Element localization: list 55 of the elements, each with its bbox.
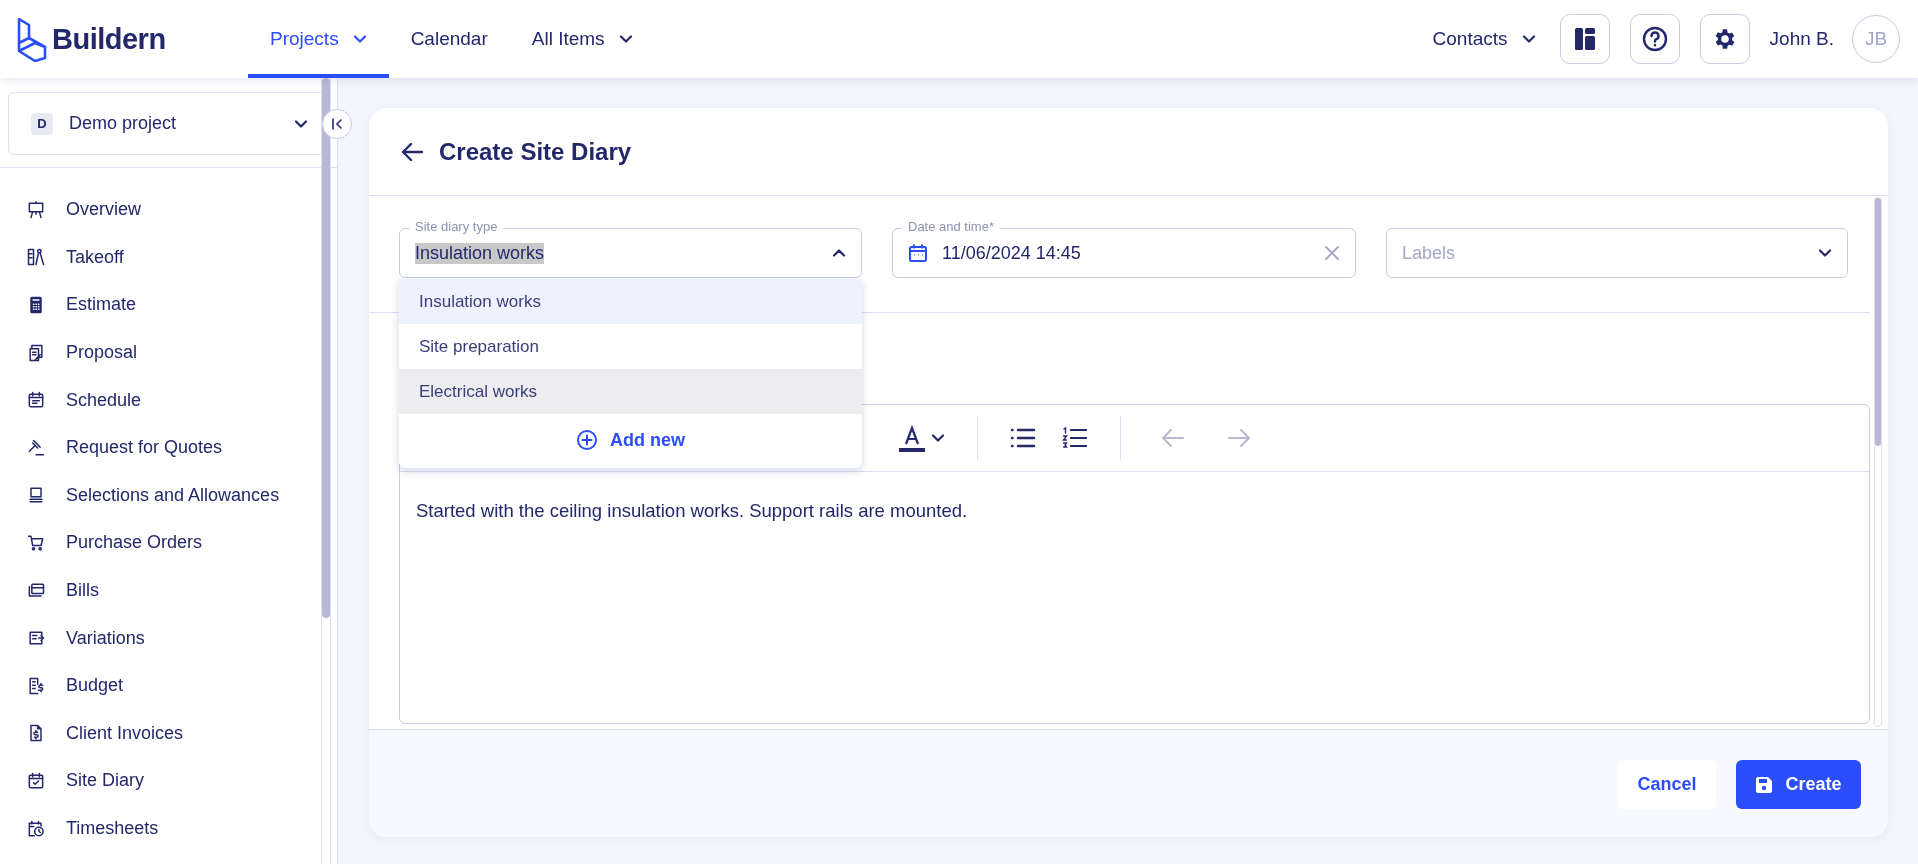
help-button[interactable] <box>1629 14 1680 64</box>
user-name: John B. <box>1769 28 1834 50</box>
project-badge: D <box>31 112 53 135</box>
project-name: Demo project <box>69 113 177 134</box>
drafting-icon <box>26 247 46 268</box>
sidebar-item[interactable]: Request for Quotes <box>0 423 337 472</box>
layout-icon <box>1573 27 1596 51</box>
settings-button[interactable] <box>1699 14 1750 64</box>
sidebar-item[interactable]: Purchase Orders <box>0 519 337 567</box>
easel-icon <box>26 199 46 220</box>
help-icon <box>1641 26 1668 52</box>
sidebar-item[interactable]: Bills <box>0 566 337 615</box>
nav-tab[interactable]: Calendar <box>388 0 510 78</box>
scrollbar-thumb[interactable] <box>322 78 330 618</box>
clock-document-icon <box>26 818 46 839</box>
add-new-button[interactable]: Add new <box>570 420 691 460</box>
receipt-dollar-icon <box>26 675 46 696</box>
sidebar-item[interactable]: Client Invoices <box>0 709 337 758</box>
bullet-list-icon <box>1010 427 1036 449</box>
sidebar-item[interactable]: Budget <box>0 661 337 710</box>
calendar-check-icon <box>26 770 46 791</box>
dropdown-option[interactable]: Insulation works <box>399 279 862 324</box>
back-arrow-icon[interactable] <box>401 141 423 162</box>
page-title: Create Site Diary <box>439 137 632 166</box>
sidebar-item[interactable]: Overview <box>0 186 337 234</box>
calendar-icon <box>908 243 928 263</box>
nav-tab[interactable]: All Items <box>509 0 655 78</box>
numbered-list-icon <box>1062 427 1088 449</box>
logo-text: Buildern <box>52 22 166 56</box>
sidebar-item[interactable]: Site Diary <box>0 757 337 805</box>
sidebar-item[interactable]: Takeoff <box>0 233 337 282</box>
sidebar-item[interactable]: Timesheets <box>0 804 337 853</box>
arrow-right-icon <box>1227 427 1251 449</box>
document-edit-icon <box>26 342 46 363</box>
plus-circle-icon <box>576 429 598 451</box>
sidebar-item[interactable]: Variations <box>0 614 337 662</box>
sidebar-item[interactable]: Proposal <box>0 328 337 377</box>
scrollbar-thumb[interactable] <box>1875 198 1881 446</box>
text-color-icon <box>897 423 927 453</box>
collapse-icon <box>331 118 343 130</box>
create-button[interactable]: Create <box>1736 760 1861 809</box>
save-icon <box>1755 775 1774 794</box>
editor-text: Started with the ceiling insulation works. Support rails are mounted. <box>415 499 969 523</box>
dropdown-option[interactable]: Electrical works <box>399 369 862 414</box>
contacts-menu[interactable]: Contacts <box>1432 28 1536 50</box>
gavel-icon <box>26 437 46 458</box>
sidebar-item[interactable]: Schedule <box>0 376 337 424</box>
sidebar-item[interactable]: Selections and Allowances <box>0 471 337 520</box>
arrow-left-icon <box>1161 427 1185 449</box>
date-field[interactable]: Date and time* 11/06/2024 14:45 <box>892 218 1356 278</box>
sidebar-item[interactable]: Estimate <box>0 281 337 329</box>
cancel-button[interactable]: Cancel <box>1618 760 1716 809</box>
logo-icon <box>16 16 48 62</box>
dropdown-option[interactable]: Site preparation <box>399 324 862 369</box>
layout-button[interactable] <box>1559 14 1610 64</box>
